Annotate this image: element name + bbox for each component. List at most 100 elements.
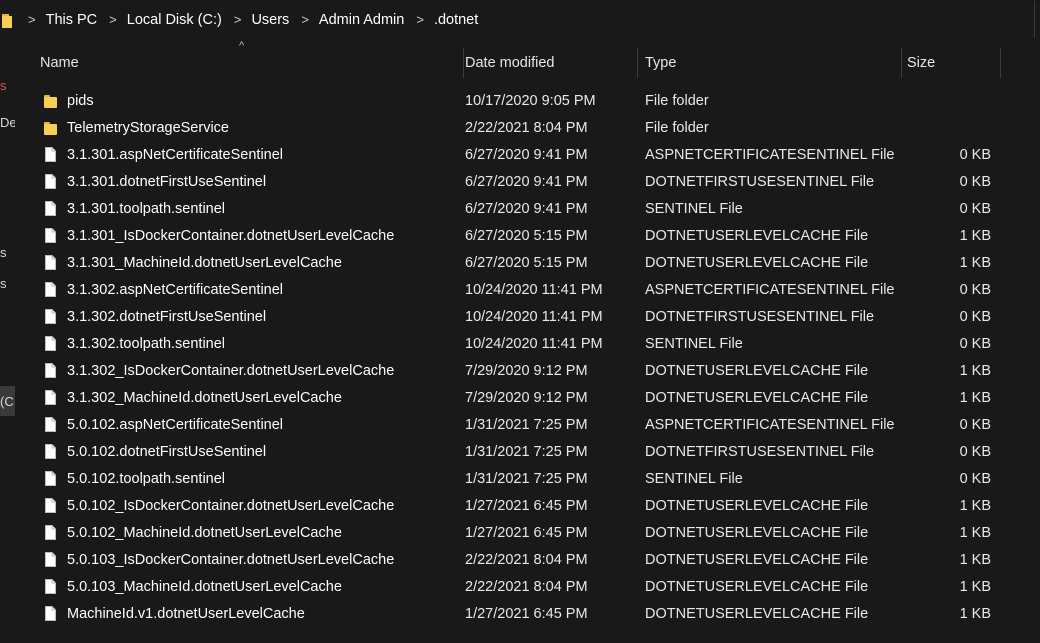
breadcrumb-item[interactable]: > .dotnet	[404, 12, 478, 28]
file-size: 0 KB	[959, 147, 991, 163]
file-date-modified: 10/24/2020 11:41 PM	[465, 336, 603, 352]
file-date-modified: 2/22/2021 8:04 PM	[465, 552, 588, 568]
file-size: 1 KB	[959, 498, 991, 514]
file-icon	[42, 412, 60, 439]
chevron-right-icon[interactable]: >	[416, 12, 424, 27]
breadcrumb-item[interactable]: > This PC	[16, 12, 97, 28]
file-list-pane: ^ Name Date modified Type Size pids 10/17…	[15, 40, 1040, 643]
column-header-size[interactable]: Size	[901, 48, 1001, 78]
file-type: DOTNETUSERLEVELCACHE File	[645, 228, 869, 244]
file-name: 3.1.301.dotnetFirstUseSentinel	[67, 174, 267, 190]
file-date-modified: 6/27/2020 5:15 PM	[465, 228, 588, 244]
table-row[interactable]: 3.1.301.toolpath.sentinel 6/27/2020 9:41 …	[15, 196, 1015, 223]
chevron-right-icon[interactable]: >	[28, 12, 36, 27]
file-type: DOTNETFIRSTUSESENTINEL File	[645, 174, 875, 190]
file-type: SENTINEL File	[645, 336, 743, 352]
table-row[interactable]: MachineId.v1.dotnetUserLevelCache 1/27/20…	[15, 601, 1015, 628]
table-row[interactable]: 5.0.102.toolpath.sentinel 1/31/2021 7:25 …	[15, 466, 1015, 493]
file-name: 5.0.103_IsDockerContainer.dotnetUserLeve…	[67, 552, 395, 568]
column-header-row: Name Date modified Type Size	[15, 48, 1001, 78]
file-type: ASPNETCERTIFICATESENTINEL File	[645, 417, 895, 433]
file-name: 5.0.102.toolpath.sentinel	[67, 471, 226, 487]
file-icon	[42, 574, 60, 601]
file-name: 3.1.301.toolpath.sentinel	[67, 201, 226, 217]
table-row[interactable]: 3.1.301_IsDockerContainer.dotnetUserLeve…	[15, 223, 1015, 250]
column-header-name[interactable]: Name	[34, 48, 464, 78]
table-row[interactable]: 3.1.302.aspNetCertificateSentinel 10/24/2…	[15, 277, 1015, 304]
file-icon	[42, 169, 60, 196]
file-type: ASPNETCERTIFICATESENTINEL File	[645, 282, 895, 298]
file-size: 0 KB	[959, 309, 991, 325]
file-date-modified: 10/17/2020 9:05 PM	[465, 93, 596, 109]
table-row[interactable]: TelemetryStorageService 2/22/2021 8:04 PM…	[15, 115, 1015, 142]
nav-fragment[interactable]: s	[0, 78, 7, 93]
folder-icon	[2, 13, 16, 28]
breadcrumb-label: Admin Admin	[318, 11, 405, 28]
file-date-modified: 1/27/2021 6:45 PM	[465, 525, 588, 541]
nav-fragment[interactable]: s	[0, 276, 7, 291]
breadcrumb-label: Users	[251, 11, 290, 28]
file-date-modified: 2/22/2021 8:04 PM	[465, 120, 588, 136]
file-size: 0 KB	[959, 417, 991, 433]
file-icon	[42, 142, 60, 169]
file-date-modified: 2/22/2021 8:04 PM	[465, 579, 588, 595]
chevron-right-icon[interactable]: >	[234, 12, 242, 27]
breadcrumb-label: This PC	[45, 11, 98, 28]
file-name: 5.0.102.dotnetFirstUseSentinel	[67, 444, 267, 460]
file-icon	[42, 196, 60, 223]
file-icon	[42, 520, 60, 547]
file-type: SENTINEL File	[645, 471, 743, 487]
file-icon	[42, 277, 60, 304]
column-header-date-modified[interactable]: Date modified	[459, 48, 638, 78]
file-icon	[42, 331, 60, 358]
table-row[interactable]: 3.1.302.toolpath.sentinel 10/24/2020 11:4…	[15, 331, 1015, 358]
breadcrumb-item[interactable]: > Local Disk (C:)	[97, 12, 222, 28]
file-name: 3.1.301.aspNetCertificateSentinel	[67, 147, 284, 163]
table-row[interactable]: 5.0.102_MachineId.dotnetUserLevelCache 1/…	[15, 520, 1015, 547]
navigation-pane: s Der s s (C	[0, 40, 15, 643]
nav-fragment[interactable]: Der	[0, 115, 15, 130]
file-icon	[42, 250, 60, 277]
breadcrumb-item[interactable]: > Admin Admin	[289, 12, 404, 28]
table-row[interactable]: 3.1.301.dotnetFirstUseSentinel 6/27/2020 …	[15, 169, 1015, 196]
file-icon	[42, 385, 60, 412]
table-row[interactable]: 3.1.302_MachineId.dotnetUserLevelCache 7/…	[15, 385, 1015, 412]
file-icon	[42, 223, 60, 250]
file-icon	[42, 547, 60, 574]
file-type: DOTNETUSERLEVELCACHE File	[645, 606, 869, 622]
table-row[interactable]: 3.1.302.dotnetFirstUseSentinel 10/24/2020…	[15, 304, 1015, 331]
table-row[interactable]: 3.1.301.aspNetCertificateSentinel 6/27/20…	[15, 142, 1015, 169]
file-date-modified: 1/27/2021 6:45 PM	[465, 606, 588, 622]
file-name: TelemetryStorageService	[67, 120, 229, 136]
table-row[interactable]: 5.0.103_IsDockerContainer.dotnetUserLeve…	[15, 547, 1015, 574]
table-row[interactable]: 5.0.102.dotnetFirstUseSentinel 1/31/2021 …	[15, 439, 1015, 466]
file-size: 0 KB	[959, 174, 991, 190]
file-size: 1 KB	[959, 363, 991, 379]
table-row[interactable]: 3.1.301_MachineId.dotnetUserLevelCache 6/…	[15, 250, 1015, 277]
folder-icon	[42, 115, 60, 142]
breadcrumb-item[interactable]: > Users	[222, 12, 289, 28]
file-icon	[42, 466, 60, 493]
table-row[interactable]: 5.0.102_IsDockerContainer.dotnetUserLeve…	[15, 493, 1015, 520]
file-name: 3.1.301_IsDockerContainer.dotnetUserLeve…	[67, 228, 395, 244]
file-name: 3.1.302_MachineId.dotnetUserLevelCache	[67, 390, 342, 406]
chevron-right-icon[interactable]: >	[109, 12, 117, 27]
table-row[interactable]: pids 10/17/2020 9:05 PM File folder	[15, 88, 1015, 115]
file-size: 0 KB	[959, 471, 991, 487]
file-rows: pids 10/17/2020 9:05 PM File folder Telemet…	[15, 88, 1015, 628]
file-type: File folder	[645, 120, 709, 136]
file-type: DOTNETUSERLEVELCACHE File	[645, 498, 869, 514]
breadcrumb[interactable]: > This PC > Local Disk (C:) > Users > Admin Adm…	[0, 1, 1035, 38]
chevron-right-icon[interactable]: >	[301, 12, 309, 27]
file-type: DOTNETUSERLEVELCACHE File	[645, 552, 869, 568]
file-name: 3.1.302.dotnetFirstUseSentinel	[67, 309, 267, 325]
nav-fragment[interactable]: (C	[0, 394, 14, 409]
nav-fragment[interactable]: s	[0, 245, 7, 260]
table-row[interactable]: 5.0.103_MachineId.dotnetUserLevelCache 2/…	[15, 574, 1015, 601]
table-row[interactable]: 3.1.302_IsDockerContainer.dotnetUserLeve…	[15, 358, 1015, 385]
file-size: 0 KB	[959, 201, 991, 217]
column-header-type[interactable]: Type	[639, 48, 902, 78]
table-row[interactable]: 5.0.102.aspNetCertificateSentinel 1/31/20…	[15, 412, 1015, 439]
file-date-modified: 1/27/2021 6:45 PM	[465, 498, 588, 514]
breadcrumb-label: Local Disk (C:)	[126, 11, 222, 28]
